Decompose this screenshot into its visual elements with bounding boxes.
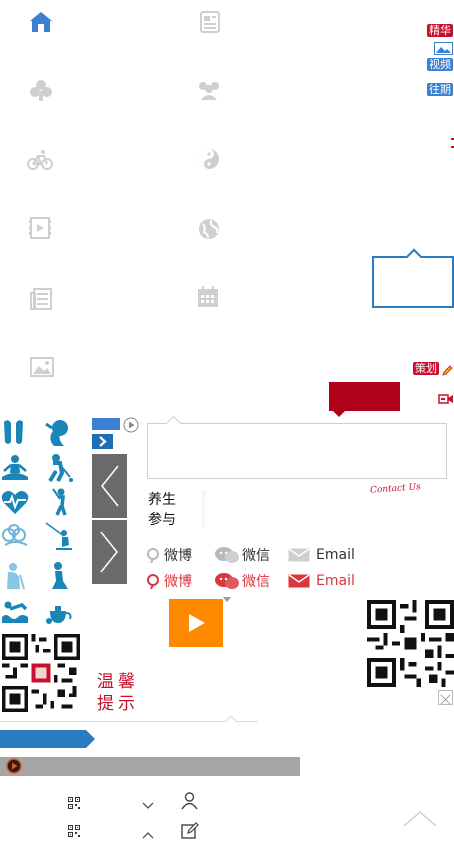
people-icon[interactable]	[196, 78, 222, 104]
vertical-divider	[202, 490, 208, 528]
qr-code-right	[367, 600, 454, 687]
news-icon[interactable]	[197, 9, 223, 35]
swimming-icon[interactable]	[0, 597, 30, 627]
weibo-label: 微博	[164, 548, 192, 564]
newspaper-icon[interactable]	[28, 286, 54, 312]
callout-box	[372, 256, 454, 308]
slide-indicator-bar[interactable]	[92, 418, 120, 430]
wechat-icon	[215, 547, 239, 563]
feet-icon[interactable]	[0, 418, 30, 448]
email-share-red[interactable]: Email	[288, 573, 355, 589]
caret-down-icon	[223, 597, 231, 602]
yin-yang-icon[interactable]	[196, 146, 222, 172]
edit-icon[interactable]	[181, 822, 199, 840]
user-icon[interactable]	[181, 792, 198, 810]
audio-play-icon[interactable]	[6, 758, 22, 774]
email-share-gray[interactable]: Email	[288, 547, 355, 563]
mail-icon	[288, 548, 310, 562]
email-label: Email	[316, 547, 355, 563]
warm-tip-text: 温馨提示	[97, 672, 139, 714]
club-icon[interactable]	[28, 78, 54, 104]
plan-tag[interactable]: 策划	[413, 362, 439, 375]
mail-red-icon	[288, 574, 310, 588]
gateball-icon[interactable]	[44, 453, 74, 483]
weibo-red-icon	[147, 574, 159, 589]
chevron-down-icon[interactable]	[142, 795, 154, 809]
wechat-share-red[interactable]: 微信	[214, 571, 270, 591]
close-icon[interactable]	[438, 690, 453, 705]
blue-tab-bar[interactable]	[0, 730, 95, 748]
qr-code-main	[2, 634, 80, 712]
heartbeat-icon[interactable]	[0, 487, 30, 517]
wechat-share-gray[interactable]: 微信	[214, 545, 270, 565]
home-icon[interactable]	[28, 9, 54, 35]
past-tag[interactable]: 往期	[427, 83, 453, 96]
bicycle-icon[interactable]	[27, 147, 53, 173]
flower-icon[interactable]	[0, 521, 30, 551]
message-box[interactable]	[147, 423, 447, 479]
image-icon[interactable]	[29, 354, 55, 380]
wechat-red-label: 微信	[242, 574, 270, 590]
wechat-red-icon	[215, 573, 239, 589]
calendar-icon[interactable]	[195, 284, 221, 310]
kneeling-icon[interactable]	[44, 561, 74, 591]
pencil-icon	[441, 362, 453, 376]
play-icon	[189, 614, 205, 632]
email-red-label: Email	[316, 573, 355, 589]
globe-icon[interactable]	[196, 216, 222, 242]
contact-us-script[interactable]: Contact Us	[370, 482, 421, 496]
golf-icon[interactable]	[44, 487, 74, 517]
divider-line	[0, 721, 258, 722]
elder-icon[interactable]	[0, 561, 30, 591]
picture-icon[interactable]	[434, 40, 453, 55]
fishing-icon[interactable]	[44, 521, 74, 551]
play-button[interactable]	[169, 599, 223, 647]
tea-icon[interactable]	[44, 597, 74, 627]
featured-tag[interactable]: 精华	[427, 24, 453, 37]
next-arrow-button[interactable]	[92, 520, 127, 584]
share-row-red: 微博 微信 Email	[146, 571, 373, 591]
wechat-label: 微信	[242, 548, 270, 564]
weibo-icon	[147, 548, 159, 563]
divider-notch	[225, 715, 237, 727]
weibo-red-label: 微博	[164, 574, 192, 590]
participate-label[interactable]: 参与	[148, 510, 176, 530]
qr-small-icon[interactable]	[68, 794, 80, 809]
health-label[interactable]: 养生	[148, 490, 176, 510]
video-camera-icon[interactable]	[438, 389, 454, 404]
play-circle-icon[interactable]	[123, 417, 139, 433]
film-icon[interactable]	[27, 215, 53, 241]
qr-small-icon-2[interactable]	[68, 822, 80, 837]
back-to-top-icon[interactable]	[403, 810, 437, 828]
audio-player-bar[interactable]	[0, 757, 300, 776]
video-tag[interactable]: 视频	[427, 58, 453, 71]
weibo-share-red[interactable]: 微博	[146, 571, 192, 591]
chevron-up-icon[interactable]	[142, 824, 154, 839]
prev-arrow-button[interactable]	[92, 454, 127, 518]
meditation-icon[interactable]	[0, 453, 30, 483]
share-row-gray: 微博 微信 Email	[146, 545, 373, 565]
weibo-share-gray[interactable]: 微博	[146, 545, 192, 565]
red-banner[interactable]	[329, 382, 400, 417]
next-mini-button[interactable]	[92, 434, 113, 449]
head-massage-icon[interactable]	[44, 418, 74, 448]
